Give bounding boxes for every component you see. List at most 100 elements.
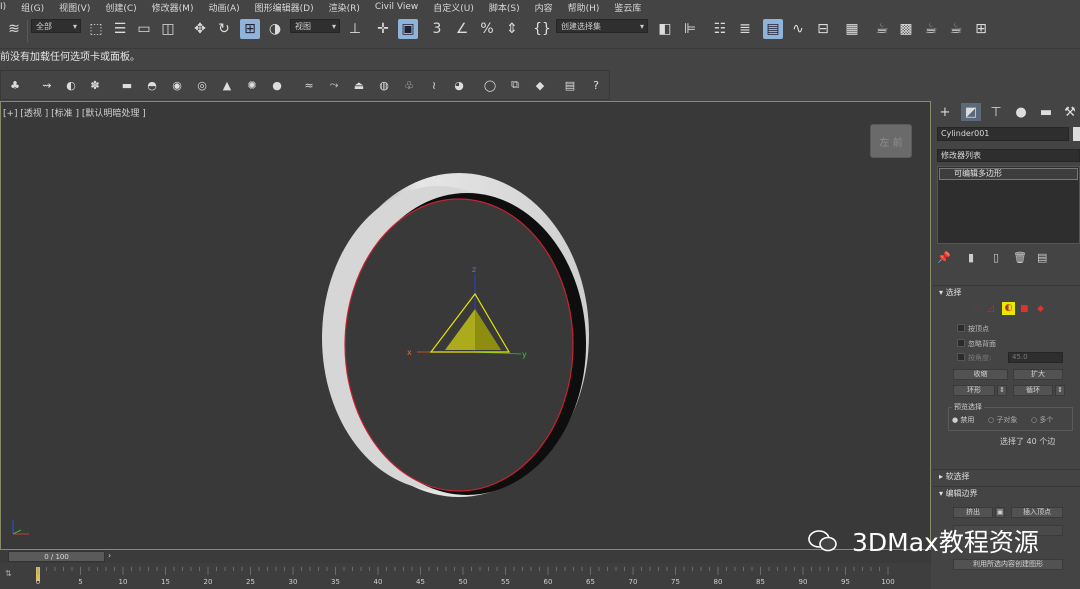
copy-icon[interactable]: ⧉ xyxy=(507,77,523,93)
material-ball-icon[interactable]: ◕ xyxy=(451,77,467,93)
schematic-view-icon[interactable]: ⊟ xyxy=(813,19,833,39)
show-end-result-icon[interactable]: ▮ xyxy=(968,251,974,264)
select-manipulate-icon[interactable]: ✛ xyxy=(373,19,393,39)
menu-item[interactable]: 渲染(R) xyxy=(329,1,360,14)
object-color-swatch[interactable] xyxy=(1073,127,1080,141)
loop-spinner[interactable]: ⇕ xyxy=(1055,385,1065,396)
ring-spinner[interactable]: ⇕ xyxy=(997,385,1007,396)
selection-filter-dropdown[interactable]: 全部 xyxy=(31,19,81,34)
plant-icon[interactable]: ♧ xyxy=(401,77,417,93)
modifier-list-dropdown[interactable]: 修改器列表 xyxy=(937,149,1080,162)
make-unique-icon[interactable]: ▯ xyxy=(993,251,999,264)
place-icon[interactable]: ◑ xyxy=(265,19,285,39)
menu-item[interactable]: 修改器(M) xyxy=(152,1,194,14)
element-mode-icon[interactable]: ◆ xyxy=(1037,304,1044,314)
menu-item[interactable]: 自定义(U) xyxy=(433,1,474,14)
menu-item[interactable]: 脚本(S) xyxy=(489,1,520,14)
help-icon[interactable]: ? xyxy=(588,77,604,93)
stack-item-editable-poly[interactable]: 可编辑多边形 xyxy=(939,168,1078,180)
target-light-icon[interactable]: ◐ xyxy=(63,77,79,93)
border-mode-icon[interactable]: ◐ xyxy=(1002,302,1015,315)
dome-icon[interactable]: ◓ xyxy=(144,77,160,93)
motion-tab-icon[interactable]: ● xyxy=(1011,103,1031,121)
menu-item[interactable]: 组(G) xyxy=(21,1,44,14)
angle-snap-icon[interactable]: ∠ xyxy=(452,19,472,39)
selection-rollout-header[interactable]: ▾ 选择 xyxy=(933,285,1080,298)
ignore-backfacing-checkbox[interactable]: 忽略背面 xyxy=(957,339,996,349)
cylinder-ring[interactable] xyxy=(322,173,589,497)
menu-item[interactable]: 内容 xyxy=(535,1,553,14)
scale-icon[interactable]: ⊞ xyxy=(240,19,260,39)
menu-item[interactable]: 动画(A) xyxy=(208,1,239,14)
cone-icon[interactable]: ▲ xyxy=(219,77,235,93)
menu-item[interactable]: Civil View xyxy=(375,2,418,12)
spinner-snap-icon[interactable]: ⇕ xyxy=(502,19,522,39)
material-editor-icon[interactable]: ▦ xyxy=(842,19,862,39)
undo-layers-icon[interactable]: ≋ xyxy=(4,19,24,39)
snaps-toggle-icon[interactable]: 3 xyxy=(427,19,447,39)
select-by-name-icon[interactable]: ☰ xyxy=(110,19,130,39)
perspective-viewport[interactable]: [+] [透视 ] [标准 ] [默认明暗处理 ] 左 前 z x y xyxy=(0,101,931,550)
track-bar[interactable]: ⇅ 0 5 10 15 20 25 30 35 40 45 50 55 60 65 70 75 80 85 90 95… xyxy=(0,563,931,589)
menu-item[interactable]: 图形编辑器(D) xyxy=(255,1,314,14)
toggle-scene-explorer-icon[interactable]: ☷ xyxy=(710,19,730,39)
render-sphere-icon[interactable]: ◯ xyxy=(482,77,498,93)
utilities-tab-icon[interactable]: ⚒ xyxy=(1060,103,1080,121)
keyboard-shortcut-icon[interactable]: ▣ xyxy=(398,19,418,39)
atmosphere-icon[interactable]: ⏏ xyxy=(351,77,367,93)
pipe-icon[interactable]: ⤳ xyxy=(326,77,342,93)
time-slider[interactable]: 0 / 100 xyxy=(8,551,105,562)
time-next-icon[interactable]: › xyxy=(108,551,111,560)
insert-vertex-button[interactable]: 插入顶点 xyxy=(1011,507,1063,518)
render-iterative-icon[interactable]: ☕ xyxy=(946,19,966,39)
create-tab-icon[interactable]: + xyxy=(935,103,955,121)
ring-button[interactable]: 环形 xyxy=(953,385,995,396)
render-setup-icon[interactable]: ☕ xyxy=(872,19,892,39)
select-object-icon[interactable]: ⬚ xyxy=(86,19,106,39)
display-tab-icon[interactable]: ▬ xyxy=(1036,103,1056,121)
layer-explorer-icon[interactable]: ≣ xyxy=(735,19,755,39)
named-selection-dropdown[interactable]: 创建选择集 xyxy=(556,19,648,34)
curve-editor-icon[interactable]: ∿ xyxy=(788,19,808,39)
preview-off-radio[interactable]: ● 禁用 xyxy=(952,415,974,425)
menu-item[interactable]: I) xyxy=(0,2,6,12)
percent-snap-icon[interactable]: % xyxy=(477,19,497,39)
remove-modifier-icon[interactable]: 🗑 xyxy=(1013,251,1027,264)
pivot-center-icon[interactable]: ⊥ xyxy=(345,19,365,39)
light-icon[interactable]: ♣ xyxy=(7,77,23,93)
pin-stack-icon[interactable]: 📌 xyxy=(937,251,951,264)
align-icon[interactable]: ⊫ xyxy=(680,19,700,39)
extrude-settings-icon[interactable]: ▣ xyxy=(995,507,1005,518)
sphere-icon[interactable]: ◉ xyxy=(169,77,185,93)
ribbon-toggle-icon[interactable]: ▤ xyxy=(763,19,783,39)
by-angle-checkbox[interactable]: 按角度: xyxy=(957,353,991,363)
particle-icon[interactable]: ✽ xyxy=(87,77,103,93)
preview-multi-radio[interactable]: ○ 多个 xyxy=(1031,415,1053,425)
by-vertex-checkbox[interactable]: 按顶点 xyxy=(957,324,989,334)
object-name-field[interactable]: Cylinder001 xyxy=(937,127,1069,141)
edit-named-selection-icon[interactable]: {} xyxy=(532,19,552,39)
menu-item[interactable]: 鉴云库 xyxy=(614,1,641,14)
menu-item[interactable]: 视图(V) xyxy=(59,1,90,14)
loop-button[interactable]: 循环 xyxy=(1013,385,1053,396)
skylight-icon[interactable]: ● xyxy=(269,77,285,93)
rect-selection-icon[interactable]: ▭ xyxy=(134,19,154,39)
globe-icon[interactable]: ◍ xyxy=(376,77,392,93)
time-slider-track[interactable]: 0 / 100 › xyxy=(0,550,931,563)
shrink-button[interactable]: 收缩 xyxy=(953,369,1008,380)
hierarchy-tab-icon[interactable]: ⊤ xyxy=(986,103,1006,121)
polygon-mode-icon[interactable]: ■ xyxy=(1020,304,1029,314)
render-production-icon[interactable]: ☕ xyxy=(921,19,941,39)
render-cloud-icon[interactable]: ⊞ xyxy=(971,19,991,39)
menu-item[interactable]: 帮助(H) xyxy=(568,1,600,14)
move-icon[interactable]: ✥ xyxy=(190,19,210,39)
menu-item[interactable]: 创建(C) xyxy=(105,1,136,14)
plane-icon[interactable]: ▬ xyxy=(119,77,135,93)
camera-icon[interactable]: ⇝ xyxy=(39,77,55,93)
reference-coordinate-dropdown[interactable]: 视图 xyxy=(290,19,340,34)
soft-selection-rollout-header[interactable]: ▸ 软选择 xyxy=(933,469,1080,482)
eye-icon[interactable]: ◎ xyxy=(194,77,210,93)
wave-icon[interactable]: ≈ xyxy=(301,77,317,93)
mirror-icon[interactable]: ◧ xyxy=(655,19,675,39)
angle-value-field[interactable]: 45.0 xyxy=(1008,352,1063,363)
